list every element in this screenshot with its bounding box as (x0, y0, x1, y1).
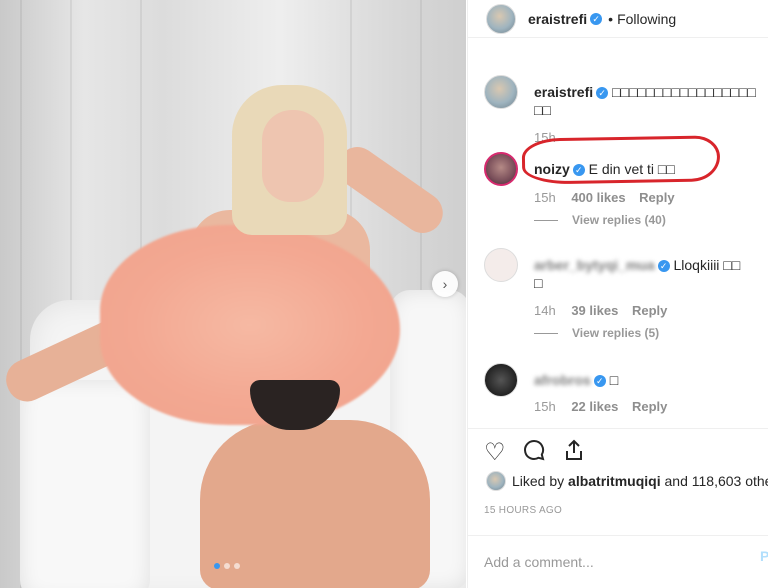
carousel-dot (234, 563, 240, 569)
reply-button[interactable]: Reply (632, 399, 667, 414)
post-comment-button[interactable]: P (760, 548, 768, 564)
post-photo[interactable]: › (0, 0, 466, 588)
chevron-right-icon: › (442, 276, 448, 292)
comment-text: □ (534, 275, 543, 291)
comment-time: 15h (534, 190, 556, 205)
avatar[interactable] (486, 3, 516, 34)
verified-badge-icon: ✓ (657, 260, 670, 273)
heart-icon[interactable]: ♡ (484, 440, 506, 465)
liked-by-username[interactable]: albatritmuqiqi (568, 473, 661, 489)
carousel-dot (214, 563, 220, 569)
avatar[interactable] (484, 75, 518, 109)
photo-face (262, 110, 324, 202)
header-username[interactable]: eraistrefi (528, 11, 587, 27)
comment-likes[interactable]: 400 likes (571, 190, 625, 205)
comment-likes[interactable]: 22 likes (571, 399, 618, 414)
add-comment-input[interactable]: Add a comment... (468, 535, 768, 588)
view-replies-button[interactable]: View replies (40) (534, 213, 666, 227)
armchair-arm (20, 380, 150, 588)
reply-button[interactable]: Reply (632, 303, 667, 318)
next-photo-button[interactable]: › (432, 271, 458, 297)
avatar[interactable] (484, 363, 518, 397)
avatar[interactable] (486, 471, 506, 491)
comment-username[interactable]: arber_bytyqi_mua (534, 257, 655, 273)
view-replies-button[interactable]: View replies (5) (534, 326, 659, 340)
liked-by: Liked by albatritmuqiqi and 118,603 othe (486, 471, 768, 491)
verified-badge-icon: ✓ (593, 375, 606, 388)
comment-username[interactable]: afrobros (534, 372, 591, 388)
separator-dot: • (608, 10, 614, 27)
post-timestamp: 15 HOURS AGO (484, 505, 563, 516)
post-side-panel: eraistrefi ✓ • Following eraistrefi ✓ □□□… (467, 0, 768, 588)
verified-badge-icon: ✓ (596, 87, 609, 100)
post-header: eraistrefi ✓ • Following (468, 0, 768, 38)
comment-username[interactable]: eraistrefi (534, 84, 593, 100)
comment-text: Lloqkiiii □□ (673, 257, 741, 273)
post-actions: ♡ (468, 428, 768, 476)
comment-text: □□□□□□□□□□□□□□□□□ (612, 84, 756, 100)
others-count[interactable]: and 118,603 othe (665, 473, 768, 489)
comment-text: □ (609, 372, 619, 388)
verified-badge-icon: ✓ (590, 12, 603, 25)
reply-button[interactable]: Reply (639, 190, 674, 205)
carousel-dot (224, 563, 230, 569)
comment-likes[interactable]: 39 likes (571, 303, 618, 318)
avatar[interactable] (484, 152, 518, 186)
following-button[interactable]: Following (617, 11, 676, 27)
comment-time: 15h (534, 399, 556, 414)
comment-icon[interactable] (522, 438, 546, 467)
comment-text: □□ (534, 102, 551, 118)
share-icon[interactable] (562, 438, 586, 467)
annotation-circle (521, 135, 721, 185)
comments-list[interactable]: eraistrefi ✓ □□□□□□□□□□□□□□□□□ □□ 15h noi… (468, 55, 768, 435)
carousel-indicator (214, 563, 240, 569)
comment-time: 14h (534, 303, 556, 318)
avatar[interactable] (484, 248, 518, 282)
